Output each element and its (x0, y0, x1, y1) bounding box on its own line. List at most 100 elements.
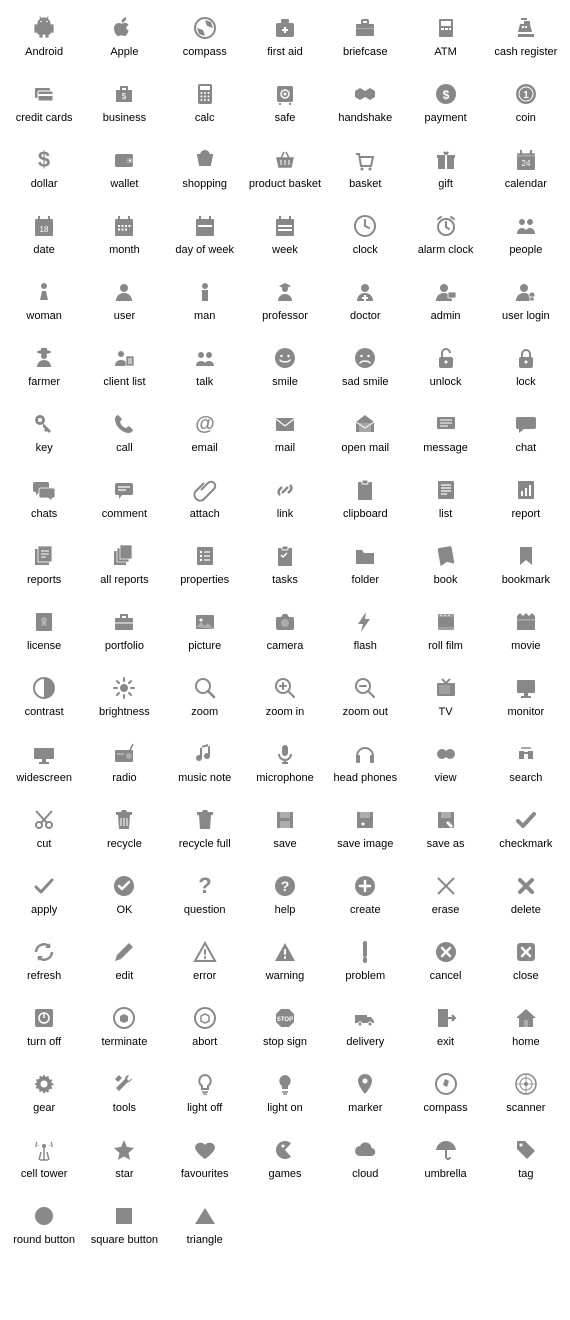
icon-cell-abort[interactable]: abort (165, 998, 245, 1064)
icon-cell-marker[interactable]: marker (325, 1064, 405, 1130)
icon-cell-square[interactable]: square button (84, 1196, 164, 1262)
icon-cell-saveimg[interactable]: save image (325, 800, 405, 866)
icon-cell-close[interactable]: close (486, 932, 566, 998)
icon-cell-user[interactable]: user (84, 272, 164, 338)
icon-cell-radio[interactable]: radio (84, 734, 164, 800)
icon-cell-zoomin[interactable]: zoom in (245, 668, 325, 734)
icon-cell-exit[interactable]: exit (405, 998, 485, 1064)
icon-cell-mic[interactable]: microphone (245, 734, 325, 800)
icon-cell-android[interactable]: Android (4, 8, 84, 74)
icon-cell-cut[interactable]: cut (4, 800, 84, 866)
icon-cell-apple[interactable]: Apple (84, 8, 164, 74)
icon-cell-create[interactable]: create (325, 866, 405, 932)
icon-cell-wallet[interactable]: wallet (84, 140, 164, 206)
icon-cell-bookmark[interactable]: bookmark (486, 536, 566, 602)
icon-cell-attach[interactable]: attach (165, 470, 245, 536)
icon-cell-month[interactable]: month (84, 206, 164, 272)
icon-cell-portfolio[interactable]: portfolio (84, 602, 164, 668)
icon-cell-farmer[interactable]: farmer (4, 338, 84, 404)
icon-cell-chats[interactable]: chats (4, 470, 84, 536)
icon-cell-heart[interactable]: favourites (165, 1130, 245, 1196)
icon-cell-clock[interactable]: clock (325, 206, 405, 272)
icon-cell-safe[interactable]: safe (245, 74, 325, 140)
icon-cell-clipboard[interactable]: clipboard (325, 470, 405, 536)
icon-cell-brightness[interactable]: brightness (84, 668, 164, 734)
icon-cell-lock[interactable]: lock (486, 338, 566, 404)
icon-cell-email[interactable]: email (165, 404, 245, 470)
icon-cell-erase[interactable]: erase (405, 866, 485, 932)
icon-cell-problem[interactable]: problem (325, 932, 405, 998)
icon-cell-scanner[interactable]: scanner (486, 1064, 566, 1130)
icon-cell-link[interactable]: link (245, 470, 325, 536)
icon-cell-cashreg[interactable]: cash register (486, 8, 566, 74)
icon-cell-call[interactable]: call (84, 404, 164, 470)
icon-cell-error[interactable]: error (165, 932, 245, 998)
icon-cell-license[interactable]: license (4, 602, 84, 668)
icon-cell-basket[interactable]: basket (325, 140, 405, 206)
icon-cell-pbasket[interactable]: product basket (245, 140, 325, 206)
icon-cell-payment[interactable]: payment (405, 74, 485, 140)
icon-cell-tasks[interactable]: tasks (245, 536, 325, 602)
icon-cell-unlock[interactable]: unlock (405, 338, 485, 404)
icon-cell-refresh[interactable]: refresh (4, 932, 84, 998)
icon-cell-view[interactable]: view (405, 734, 485, 800)
icon-cell-briefcase[interactable]: briefcase (325, 8, 405, 74)
icon-cell-man[interactable]: man (165, 272, 245, 338)
icon-cell-checkmark[interactable]: checkmark (486, 800, 566, 866)
icon-cell-week[interactable]: week (245, 206, 325, 272)
icon-cell-saveas[interactable]: save as (405, 800, 485, 866)
icon-cell-properties[interactable]: properties (165, 536, 245, 602)
icon-cell-cancel[interactable]: cancel (405, 932, 485, 998)
icon-cell-compass2[interactable]: compass (405, 1064, 485, 1130)
icon-cell-movie[interactable]: movie (486, 602, 566, 668)
icon-cell-edit[interactable]: edit (84, 932, 164, 998)
icon-cell-cloud[interactable]: cloud (325, 1130, 405, 1196)
icon-cell-compass[interactable]: compass (165, 8, 245, 74)
icon-cell-userlogin[interactable]: user login (486, 272, 566, 338)
icon-cell-delivery[interactable]: delivery (325, 998, 405, 1064)
icon-cell-chat[interactable]: chat (486, 404, 566, 470)
icon-cell-shopping[interactable]: shopping (165, 140, 245, 206)
icon-cell-star[interactable]: star (84, 1130, 164, 1196)
icon-cell-terminate[interactable]: terminate (84, 998, 164, 1064)
icon-cell-music[interactable]: music note (165, 734, 245, 800)
icon-cell-handshake[interactable]: handshake (325, 74, 405, 140)
icon-cell-recyclefull[interactable]: recycle full (165, 800, 245, 866)
icon-cell-people[interactable]: people (486, 206, 566, 272)
icon-cell-save[interactable]: save (245, 800, 325, 866)
icon-cell-doctor[interactable]: doctor (325, 272, 405, 338)
icon-cell-allreports[interactable]: all reports (84, 536, 164, 602)
icon-cell-tools[interactable]: tools (84, 1064, 164, 1130)
icon-cell-lighton[interactable]: light on (245, 1064, 325, 1130)
icon-cell-tag[interactable]: tag (486, 1130, 566, 1196)
icon-cell-games[interactable]: games (245, 1130, 325, 1196)
icon-cell-professor[interactable]: professor (245, 272, 325, 338)
icon-cell-lightoff[interactable]: light off (165, 1064, 245, 1130)
icon-cell-alarm[interactable]: alarm clock (405, 206, 485, 272)
icon-cell-stopsign[interactable]: stop sign (245, 998, 325, 1064)
icon-cell-clientlist[interactable]: client list (84, 338, 164, 404)
icon-cell-talk[interactable]: talk (165, 338, 245, 404)
icon-cell-firstaid[interactable]: first aid (245, 8, 325, 74)
icon-cell-date[interactable]: date (4, 206, 84, 272)
icon-cell-calc[interactable]: calc (165, 74, 245, 140)
icon-cell-contrast[interactable]: contrast (4, 668, 84, 734)
icon-cell-warning[interactable]: warning (245, 932, 325, 998)
icon-cell-woman[interactable]: woman (4, 272, 84, 338)
icon-cell-dow[interactable]: day of week (165, 206, 245, 272)
icon-cell-message[interactable]: message (405, 404, 485, 470)
icon-cell-mail[interactable]: mail (245, 404, 325, 470)
icon-cell-turnoff[interactable]: turn off (4, 998, 84, 1064)
icon-cell-rollfilm[interactable]: roll film (405, 602, 485, 668)
icon-cell-gift[interactable]: gift (405, 140, 485, 206)
icon-cell-list[interactable]: list (405, 470, 485, 536)
icon-cell-headphones[interactable]: head phones (325, 734, 405, 800)
icon-cell-comment[interactable]: comment (84, 470, 164, 536)
icon-cell-folder[interactable]: folder (325, 536, 405, 602)
icon-cell-admin[interactable]: admin (405, 272, 485, 338)
icon-cell-ok[interactable]: OK (84, 866, 164, 932)
icon-cell-report[interactable]: report (486, 470, 566, 536)
icon-cell-smile[interactable]: smile (245, 338, 325, 404)
icon-cell-business[interactable]: business (84, 74, 164, 140)
icon-cell-key[interactable]: key (4, 404, 84, 470)
